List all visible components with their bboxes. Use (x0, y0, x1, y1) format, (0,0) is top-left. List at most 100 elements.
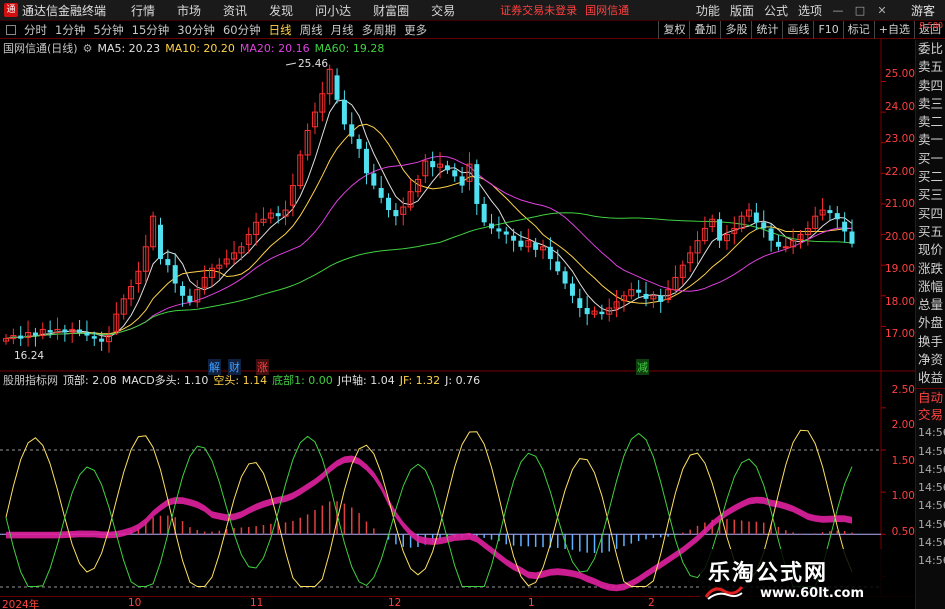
tool-f10[interactable]: F10 (813, 21, 842, 39)
candle-body (91, 336, 97, 339)
ind-tick: 1.50 (891, 455, 915, 467)
marker-cai[interactable]: 财 (228, 359, 241, 375)
time-label: 14:56 (918, 517, 945, 531)
candle-body (518, 240, 524, 247)
marker-zhang[interactable]: 涨 (256, 359, 269, 375)
menu-faxian[interactable]: 发现 (269, 2, 293, 19)
period-weekly[interactable]: 周线 (300, 22, 323, 38)
main-chart-title: 国网信通(日线) (3, 42, 78, 55)
time-label: 14:56 (918, 426, 945, 440)
candle-body (172, 265, 178, 284)
candle-body (827, 210, 833, 214)
candle-body (99, 338, 105, 342)
candle-body (393, 210, 399, 217)
quote-row-label: 买一 (918, 150, 944, 166)
candle-body (84, 332, 90, 336)
candle-body (761, 222, 767, 229)
chart-canvas[interactable] (0, 39, 915, 596)
candle-body (62, 329, 68, 333)
quote-row-label: 卖二 (918, 114, 944, 130)
marker-jie[interactable]: 解 (208, 359, 221, 375)
menu-gongshi[interactable]: 公式 (764, 2, 788, 19)
candle-body (599, 311, 605, 315)
stock-name-title: 国网信通 (585, 4, 630, 17)
layout-icon[interactable] (6, 24, 16, 35)
title-bar: 通 通达信金融终端 行情 市场 资讯 发现 问小达 财富圈 交易 证券交易未登录… (0, 0, 945, 21)
trade-login-notice[interactable]: 证券交易未登录 (500, 2, 577, 18)
ma-line-ma10 (5, 123, 853, 340)
quote-row-label: 买四 (918, 205, 944, 221)
ind-tick: 0.50 (891, 526, 915, 538)
close-icon[interactable]: ✕ (874, 3, 890, 19)
period-1min[interactable]: 1分钟 (55, 22, 85, 38)
tool-duogu[interactable]: 多股 (720, 21, 751, 39)
quote-row-label: 委比 (918, 41, 944, 56)
quote-row-label: 净资 (918, 352, 944, 368)
time-label: 14:56 (918, 536, 945, 550)
period-15min[interactable]: 15分钟 (132, 22, 170, 38)
maximize-icon[interactable]: □ (852, 3, 868, 19)
candle-body (363, 148, 369, 174)
ind-tick: 1.00 (891, 490, 915, 502)
menu-banmian[interactable]: 版面 (730, 2, 754, 19)
candle-body (165, 259, 171, 266)
menu-caifuquan[interactable]: 财富圈 (373, 2, 409, 19)
period-multi[interactable]: 多周期 (362, 22, 397, 38)
ind-tick: 2.50 (891, 384, 915, 396)
ind-macd-long-label: MACD多头: 1.10 (121, 374, 209, 387)
candle-body (503, 231, 509, 235)
auto-trade-label[interactable]: 交易 (916, 406, 945, 424)
menu-wenxiaoda[interactable]: 问小达 (315, 2, 351, 19)
candle-body (459, 176, 465, 186)
time-label: 14:56 (918, 481, 945, 495)
ind-bottom-label: 底部1: 0.00 (272, 374, 333, 387)
app-logo-icon: 通 (4, 3, 18, 17)
period-5min[interactable]: 5分钟 (93, 22, 123, 38)
candlestick-series (3, 64, 855, 353)
quote-row-label: 卖五 (918, 59, 944, 75)
period-bar: 分时 1分钟 5分钟 15分钟 30分钟 60分钟 日线 周线 月线 多周期 更… (0, 21, 945, 39)
candle-body (77, 329, 83, 333)
period-monthly[interactable]: 月线 (331, 22, 354, 38)
date-tick: 2024年 (2, 599, 40, 609)
menu-hangqing[interactable]: 行情 (131, 2, 155, 19)
time-label: 14:56 (918, 462, 945, 476)
candle-body (643, 293, 649, 299)
minimize-icon[interactable]: — (830, 3, 846, 19)
menu-zixun[interactable]: 资讯 (223, 2, 247, 19)
ind-jf-label: JF: 1.32 (399, 373, 441, 387)
period-60min[interactable]: 60分钟 (223, 22, 261, 38)
period-daily[interactable]: 日线 (269, 22, 292, 38)
tool-diejia[interactable]: 叠加 (689, 21, 720, 39)
tool-fuquan[interactable]: 复权 (658, 21, 689, 39)
candle-body (496, 228, 502, 232)
candle-body (577, 298, 583, 309)
candle-body (349, 124, 355, 137)
period-more[interactable]: 更多 (404, 22, 427, 38)
settings-icon[interactable]: ⚙ (83, 42, 93, 55)
ind-j-label: J: 0.76 (445, 373, 481, 387)
quote-row-label: 收益 (918, 370, 944, 386)
right-menu: 功能 版面 公式 选项 — □ ✕ 游客 (691, 0, 945, 21)
period-30min[interactable]: 30分钟 (177, 22, 215, 38)
period-fenshi[interactable]: 分时 (24, 22, 47, 38)
menu-xuanxiang[interactable]: 选项 (798, 2, 822, 19)
indicator-info: 股朋指标网 顶部: 2.08 MACD多头: 1.10 空头: 1.14 底部1… (3, 373, 485, 388)
quote-row-label: 卖四 (918, 77, 944, 93)
price-tick: 21.00 (884, 198, 915, 210)
menu-jiaoyi[interactable]: 交易 (431, 2, 455, 19)
menu-shichang[interactable]: 市场 (177, 2, 201, 19)
candle-body (341, 99, 347, 125)
price-tick: 17.00 (884, 328, 915, 340)
auto-trade-label[interactable]: 自动 (916, 387, 945, 406)
tool-tongji[interactable]: 统计 (751, 21, 782, 39)
candle-body (511, 235, 517, 241)
tool-huaxian[interactable]: 画线 (782, 21, 813, 39)
candle-body (452, 170, 458, 177)
quote-row-label: 卖三 (918, 95, 944, 111)
menu-gongneng[interactable]: 功能 (696, 2, 720, 19)
marker-jian[interactable]: 减 (636, 359, 649, 375)
tool-zixuan[interactable]: +自选 (873, 21, 914, 39)
guest-user[interactable]: 游客 (911, 2, 935, 19)
tool-biaoji[interactable]: 标记 (842, 21, 874, 39)
